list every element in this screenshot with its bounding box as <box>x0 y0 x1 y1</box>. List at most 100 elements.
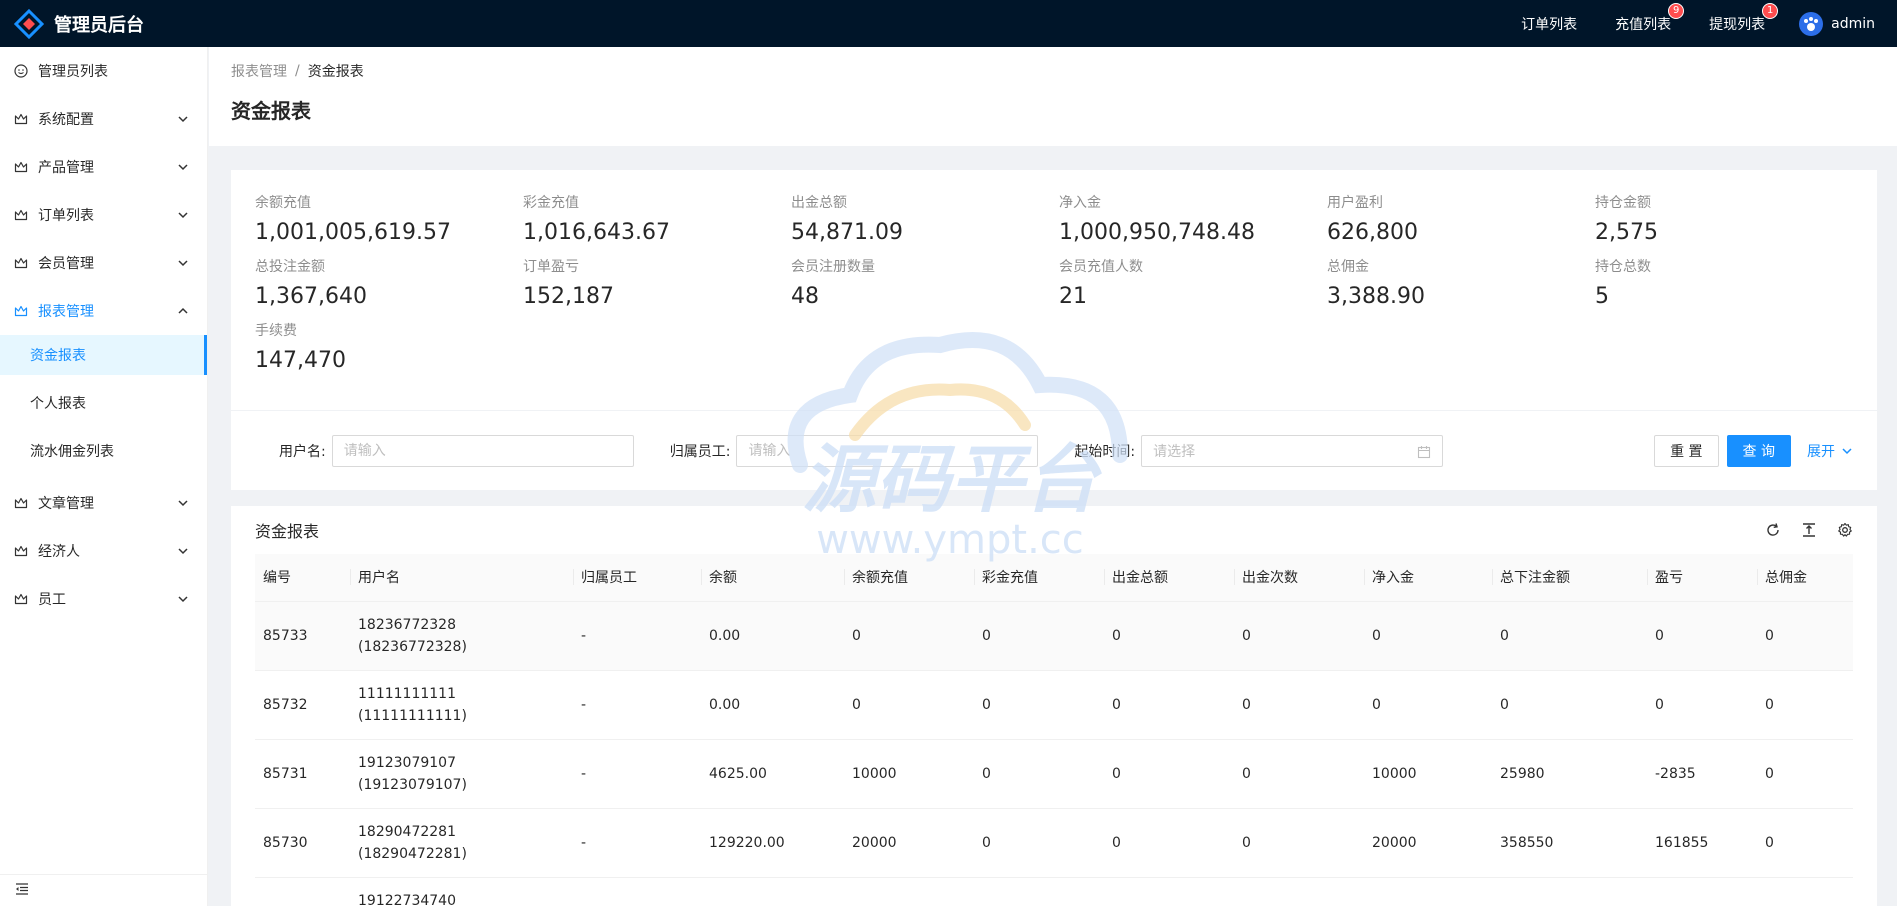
sidebar-subitem-label: 资金报表 <box>30 348 86 364</box>
table-row[interactable]: 19122734740 <box>255 877 1853 906</box>
sidebar-subitem-fund-report[interactable]: 资金报表 <box>0 335 207 375</box>
column-height-icon[interactable] <box>1801 522 1817 538</box>
menu-fold-icon <box>14 881 30 901</box>
column-header[interactable]: 归属员工 <box>573 554 701 602</box>
reset-button[interactable]: 重 置 <box>1654 434 1719 467</box>
chevron-down-icon <box>177 113 189 125</box>
stat-value: 3,388.90 <box>1327 284 1425 309</box>
username-primary: 18236772328 <box>358 616 456 633</box>
cell-staff: - <box>573 808 701 878</box>
logo[interactable]: 管理员后台 <box>0 8 210 39</box>
cell-net: 0 <box>1364 601 1492 671</box>
table-row[interactable]: 85730 18290472281 (18290472281) - 129220.… <box>255 808 1853 878</box>
table-row[interactable]: 85731 19123079107 (19123079107) - 4625.00… <box>255 739 1853 809</box>
cell-recharge: 20000 <box>844 808 974 878</box>
cell-pnl: -2835 <box>1647 739 1757 809</box>
cell-bet: 0 <box>1492 601 1647 671</box>
reload-icon[interactable] <box>1765 522 1781 538</box>
sidebar-item-system-config[interactable]: 系统配置 <box>0 95 207 143</box>
cell-pnl <box>1647 877 1757 906</box>
username-secondary: (11111111111) <box>358 707 467 724</box>
time-label: 起始时间: <box>1074 443 1136 460</box>
cell-balance: 0.00 <box>701 601 844 671</box>
username: admin <box>1831 15 1875 32</box>
username-primary: 11111111111 <box>358 685 456 702</box>
stat-label: 手续费 <box>255 323 297 339</box>
column-header[interactable]: 出金总额 <box>1104 554 1234 602</box>
sidebar-item-admin-list[interactable]: 管理员列表 <box>0 47 207 95</box>
column-header[interactable]: 用户名 <box>350 554 573 602</box>
sidebar-subitem-personal-report[interactable]: 个人报表 <box>0 383 207 423</box>
sidebar-subitem-label: 个人报表 <box>30 396 86 412</box>
column-header[interactable]: 余额充值 <box>844 554 974 602</box>
column-header[interactable]: 编号 <box>255 554 350 602</box>
username-primary: 19122734740 <box>358 892 456 906</box>
cell-username: 11111111111 (11111111111) <box>350 670 573 740</box>
table-title: 资金报表 <box>255 522 320 541</box>
column-header[interactable]: 盈亏 <box>1647 554 1757 602</box>
stat-label: 总佣金 <box>1327 259 1369 275</box>
sidebar-item-report-management[interactable]: 报表管理 <box>0 287 207 335</box>
nav-order-list-label: 订单列表 <box>1521 16 1578 33</box>
sidebar-collapse-button[interactable] <box>0 874 207 906</box>
cell-username: 19122734740 <box>350 877 573 906</box>
logo-icon <box>14 8 44 39</box>
breadcrumb-parent[interactable]: 报表管理 <box>231 61 287 81</box>
query-button[interactable]: 查 询 <box>1726 434 1791 467</box>
nav-withdraw-list[interactable]: 提现列表 1 <box>1709 2 1779 34</box>
sidebar-subitem-commission-list[interactable]: 流水佣金列表 <box>0 431 207 471</box>
crown-icon <box>14 496 28 510</box>
cell-bet: 358550 <box>1492 808 1647 878</box>
sidebar-item-member-management[interactable]: 会员管理 <box>0 239 207 287</box>
column-header[interactable]: 出金次数 <box>1234 554 1364 602</box>
cell-staff: - <box>573 739 701 809</box>
staff-input[interactable] <box>736 434 1039 467</box>
cell-bet <box>1492 877 1647 906</box>
cell-withdraw: 0 <box>1104 601 1234 671</box>
expand-label: 展开 <box>1807 443 1835 460</box>
cell-commission <box>1757 877 1853 906</box>
stat-position-count: 持仓总数 5 <box>1595 256 1863 320</box>
cell-withdraw-count: 0 <box>1234 808 1364 878</box>
stat-value: 21 <box>1059 284 1087 309</box>
stat-label: 会员注册数量 <box>791 259 875 275</box>
column-header[interactable]: 余额 <box>701 554 844 602</box>
user-menu[interactable]: admin <box>1799 11 1875 36</box>
recharge-count-badge: 9 <box>1668 2 1685 19</box>
nav-order-list[interactable]: 订单列表 <box>1521 14 1577 34</box>
cell-balance: 129220.00 <box>701 808 844 878</box>
cell-bonus: 0 <box>974 670 1104 740</box>
stat-value: 54,871.09 <box>791 220 903 245</box>
nav-recharge-list[interactable]: 充值列表 9 <box>1615 2 1685 34</box>
sidebar-item-broker[interactable]: 经济人 <box>0 527 207 575</box>
table-row[interactable]: 85732 11111111111 (11111111111) - 0.00 0 … <box>255 670 1853 740</box>
cell-bet: 0 <box>1492 670 1647 740</box>
cell-balance: 4625.00 <box>701 739 844 809</box>
cell-net: 20000 <box>1364 808 1492 878</box>
start-time-picker[interactable]: 请选择 <box>1141 434 1444 467</box>
username-input[interactable] <box>331 434 634 467</box>
sidebar-item-staff[interactable]: 员工 <box>0 575 207 623</box>
cell-bonus: 0 <box>974 601 1104 671</box>
column-header[interactable]: 彩金充值 <box>974 554 1104 602</box>
sidebar-item-product-management[interactable]: 产品管理 <box>0 143 207 191</box>
cell-recharge: 10000 <box>844 739 974 809</box>
crown-icon <box>14 592 28 606</box>
cell-commission: 0 <box>1757 601 1853 671</box>
cell-pnl: 161855 <box>1647 808 1757 878</box>
sidebar-item-article-management[interactable]: 文章管理 <box>0 479 207 527</box>
table-row[interactable]: 85733 18236772328 (18236772328) - 0.00 0 … <box>255 601 1853 671</box>
column-header[interactable]: 总下注金额 <box>1492 554 1647 602</box>
stat-label: 净入金 <box>1059 195 1101 211</box>
cell-withdraw-count: 0 <box>1234 670 1364 740</box>
cell-pnl: 0 <box>1647 670 1757 740</box>
column-header[interactable]: 总佣金 <box>1757 554 1853 602</box>
expand-toggle[interactable]: 展开 <box>1807 441 1853 461</box>
column-header[interactable]: 净入金 <box>1364 554 1492 602</box>
stat-value: 48 <box>791 284 819 309</box>
setting-icon[interactable] <box>1837 522 1853 538</box>
stat-total-withdraw: 出金总额 54,871.09 <box>791 192 1059 256</box>
withdraw-count-badge: 1 <box>1762 2 1779 19</box>
sidebar-item-order-list[interactable]: 订单列表 <box>0 191 207 239</box>
stat-bonus-recharge: 彩金充值 1,016,643.67 <box>523 192 791 256</box>
